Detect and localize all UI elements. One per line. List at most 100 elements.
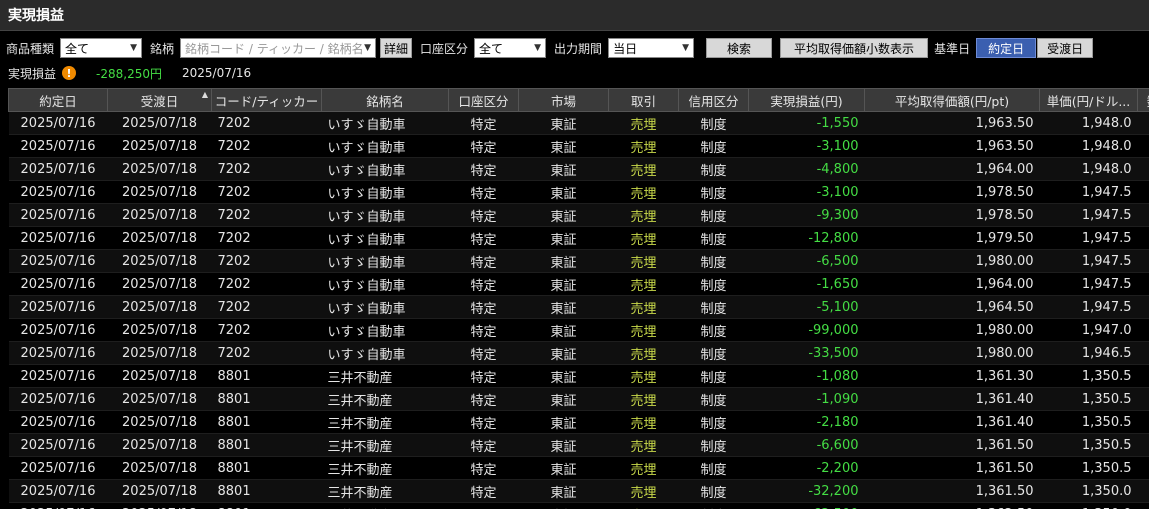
cell-delivery-date: 2025/07/18: [107, 387, 212, 411]
cell-market: 東証: [518, 364, 609, 388]
cell-trade-date: 2025/07/16: [8, 249, 108, 273]
col-market[interactable]: 市場: [518, 88, 609, 112]
detail-button[interactable]: 詳細: [380, 38, 413, 58]
cell-trade-date: 2025/07/16: [8, 341, 108, 365]
table-row[interactable]: 2025/07/16 2025/07/18 8801 三井不動産 特定 東証 売埋 制度 -32…: [8, 479, 1149, 503]
cell-margin-type: 制度: [678, 387, 749, 411]
sort-asc-icon: ▲: [201, 90, 208, 99]
col-margin-type[interactable]: 信用区分: [678, 88, 749, 112]
cell-quantity: [1137, 249, 1149, 273]
brand-placeholder: 銘柄コード / ティッカー / 銘柄名: [185, 41, 364, 56]
table-row[interactable]: 2025/07/16 2025/07/18 7202 いすゞ自動車 特定 東証 売埋 制度 -3…: [8, 180, 1149, 204]
cell-avg-price: 1,963.50: [864, 111, 1040, 135]
table-row[interactable]: 2025/07/16 2025/07/18 7202 いすゞ自動車 特定 東証 売埋 制度 -1…: [8, 226, 1149, 250]
cell-unit-price: 1,948.0: [1039, 134, 1138, 158]
cell-name: いすゞ自動車: [321, 180, 449, 204]
col-trade-date[interactable]: 約定日: [8, 88, 108, 112]
cell-trade: 売埋: [608, 111, 679, 135]
cell-realized-pl: -12,800: [748, 226, 865, 250]
cell-trade-date: 2025/07/16: [8, 295, 108, 319]
col-realized-pl[interactable]: 実現損益(円): [748, 88, 865, 112]
account-type-select[interactable]: 全て ▼: [474, 38, 547, 58]
cell-avg-price: 1,361.30: [864, 364, 1040, 388]
cell-realized-pl: -2,200: [748, 456, 865, 480]
cell-trade-date: 2025/07/16: [8, 134, 108, 158]
cell-code: 7202: [211, 111, 322, 135]
col-trade[interactable]: 取引: [608, 88, 679, 112]
cell-market: 東証: [518, 318, 609, 342]
cell-code: 8801: [211, 479, 322, 503]
cell-name: 三井不動産: [321, 410, 449, 434]
cell-code: 7202: [211, 134, 322, 158]
cell-margin-type: 制度: [678, 272, 749, 296]
cell-trade-date: 2025/07/16: [8, 318, 108, 342]
col-unit-price[interactable]: 単価(円/ドル...: [1039, 88, 1138, 112]
table-row[interactable]: 2025/07/16 2025/07/18 7202 いすゞ自動車 特定 東証 売埋 制度 -1…: [8, 272, 1149, 296]
period-select[interactable]: 当日 ▼: [608, 38, 695, 58]
search-button[interactable]: 検索: [706, 38, 773, 58]
cell-margin-type: 制度: [678, 111, 749, 135]
table-row[interactable]: 2025/07/16 2025/07/18 7202 いすゞ自動車 特定 東証 売埋 制度 -3…: [8, 134, 1149, 158]
trade-date-button[interactable]: 約定日: [976, 38, 1037, 58]
table-row[interactable]: 2025/07/16 2025/07/18 7202 いすゞ自動車 特定 東証 売埋 制度 -4…: [8, 157, 1149, 181]
table-row[interactable]: 2025/07/16 2025/07/18 7202 いすゞ自動車 特定 東証 売埋 制度 -9…: [8, 318, 1149, 342]
cell-code: 7202: [211, 249, 322, 273]
table-row[interactable]: 2025/07/16 2025/07/18 8801 三井不動産 特定 東証 売埋 制度 -1,…: [8, 364, 1149, 388]
table-row[interactable]: 2025/07/16 2025/07/18 7202 いすゞ自動車 特定 東証 売埋 制度 -3…: [8, 341, 1149, 365]
cell-code: 7202: [211, 295, 322, 319]
cell-margin-type: 制度: [678, 433, 749, 457]
table-row[interactable]: 2025/07/16 2025/07/18 8801 三井不動産 特定 東証 売埋 制度 -2,…: [8, 456, 1149, 480]
cell-unit-price: 1,350.5: [1039, 456, 1138, 480]
cell-quantity: [1137, 479, 1149, 503]
cell-code: 8801: [211, 364, 322, 388]
table-row[interactable]: 2025/07/16 2025/07/18 7202 いすゞ自動車 特定 東証 売埋 制度 -6…: [8, 249, 1149, 273]
cell-unit-price: 1,350.5: [1039, 364, 1138, 388]
col-avg-price[interactable]: 平均取得価額(円/pt): [864, 88, 1040, 112]
table-row[interactable]: 2025/07/16 2025/07/18 7202 いすゞ自動車 特定 東証 売埋 制度 -1…: [8, 111, 1149, 135]
col-code[interactable]: コード/ティッカー: [211, 88, 322, 112]
cell-account: 特定: [448, 387, 519, 411]
cell-delivery-date: 2025/07/18: [107, 341, 212, 365]
cell-quantity: [1137, 111, 1149, 135]
cell-avg-price: 1,361.40: [864, 387, 1040, 411]
cell-unit-price: 1,947.0: [1039, 318, 1138, 342]
cell-name: いすゞ自動車: [321, 341, 449, 365]
cell-quantity: [1137, 318, 1149, 342]
cell-margin-type: 制度: [678, 157, 749, 181]
cell-avg-price: 1,963.50: [864, 134, 1040, 158]
col-account[interactable]: 口座区分: [448, 88, 519, 112]
cell-realized-pl: -1,550: [748, 111, 865, 135]
cell-account: 特定: [448, 157, 519, 181]
table-row[interactable]: 2025/07/16 2025/07/18 8801 三井不動産 特定 東証 売埋 制度 -1,…: [8, 387, 1149, 411]
cell-unit-price: 1,350.5: [1039, 387, 1138, 411]
delivery-date-button[interactable]: 受渡日: [1037, 38, 1094, 58]
cell-trade-date: 2025/07/16: [8, 272, 108, 296]
avg-price-decimal-button[interactable]: 平均取得価額小数表示: [780, 38, 929, 58]
table-row[interactable]: 2025/07/16 2025/07/18 7202 いすゞ自動車 特定 東証 売埋 制度 -9…: [8, 203, 1149, 227]
cell-name: いすゞ自動車: [321, 295, 449, 319]
cell-quantity: [1137, 295, 1149, 319]
col-name[interactable]: 銘柄名: [321, 88, 449, 112]
warning-icon[interactable]: !: [62, 66, 77, 80]
window-title: 実現損益: [0, 0, 1149, 31]
cell-code: 7202: [211, 203, 322, 227]
cell-market: 東証: [518, 387, 609, 411]
cell-code: 8801: [211, 387, 322, 411]
product-type-select[interactable]: 全て ▼: [60, 38, 143, 58]
cell-avg-price: 1,362.50: [864, 502, 1040, 509]
cell-code: 7202: [211, 180, 322, 204]
table-header: 約定日 受渡日 ▲ コード/ティッカー 銘柄名 口座区分 市場 取引 信用区分 実…: [8, 88, 1149, 112]
cell-trade-date: 2025/07/16: [8, 226, 108, 250]
col-quantity[interactable]: 数: [1137, 88, 1149, 112]
cell-realized-pl: -9,300: [748, 203, 865, 227]
table-row[interactable]: 2025/07/16 2025/07/18 8801 三井不動産 特定 東証 売埋 制度 -6,…: [8, 433, 1149, 457]
table-row[interactable]: 2025/07/16 2025/07/18 8801 三井不動産 特定 東証 売埋 制度 -2,…: [8, 410, 1149, 434]
cell-trade-date: 2025/07/16: [8, 410, 108, 434]
realized-pl-label: 実現損益: [8, 66, 57, 81]
cell-name: いすゞ自動車: [321, 203, 449, 227]
brand-input[interactable]: 銘柄コード / ティッカー / 銘柄名 ▼: [180, 38, 377, 58]
table-row[interactable]: 2025/07/162025/07/188801三井不動産特定東証売埋制度-62…: [8, 502, 1149, 509]
table-row[interactable]: 2025/07/16 2025/07/18 7202 いすゞ自動車 特定 東証 売埋 制度 -5…: [8, 295, 1149, 319]
cell-margin-type: 制度: [678, 318, 749, 342]
col-delivery-date[interactable]: 受渡日 ▲: [107, 88, 212, 112]
